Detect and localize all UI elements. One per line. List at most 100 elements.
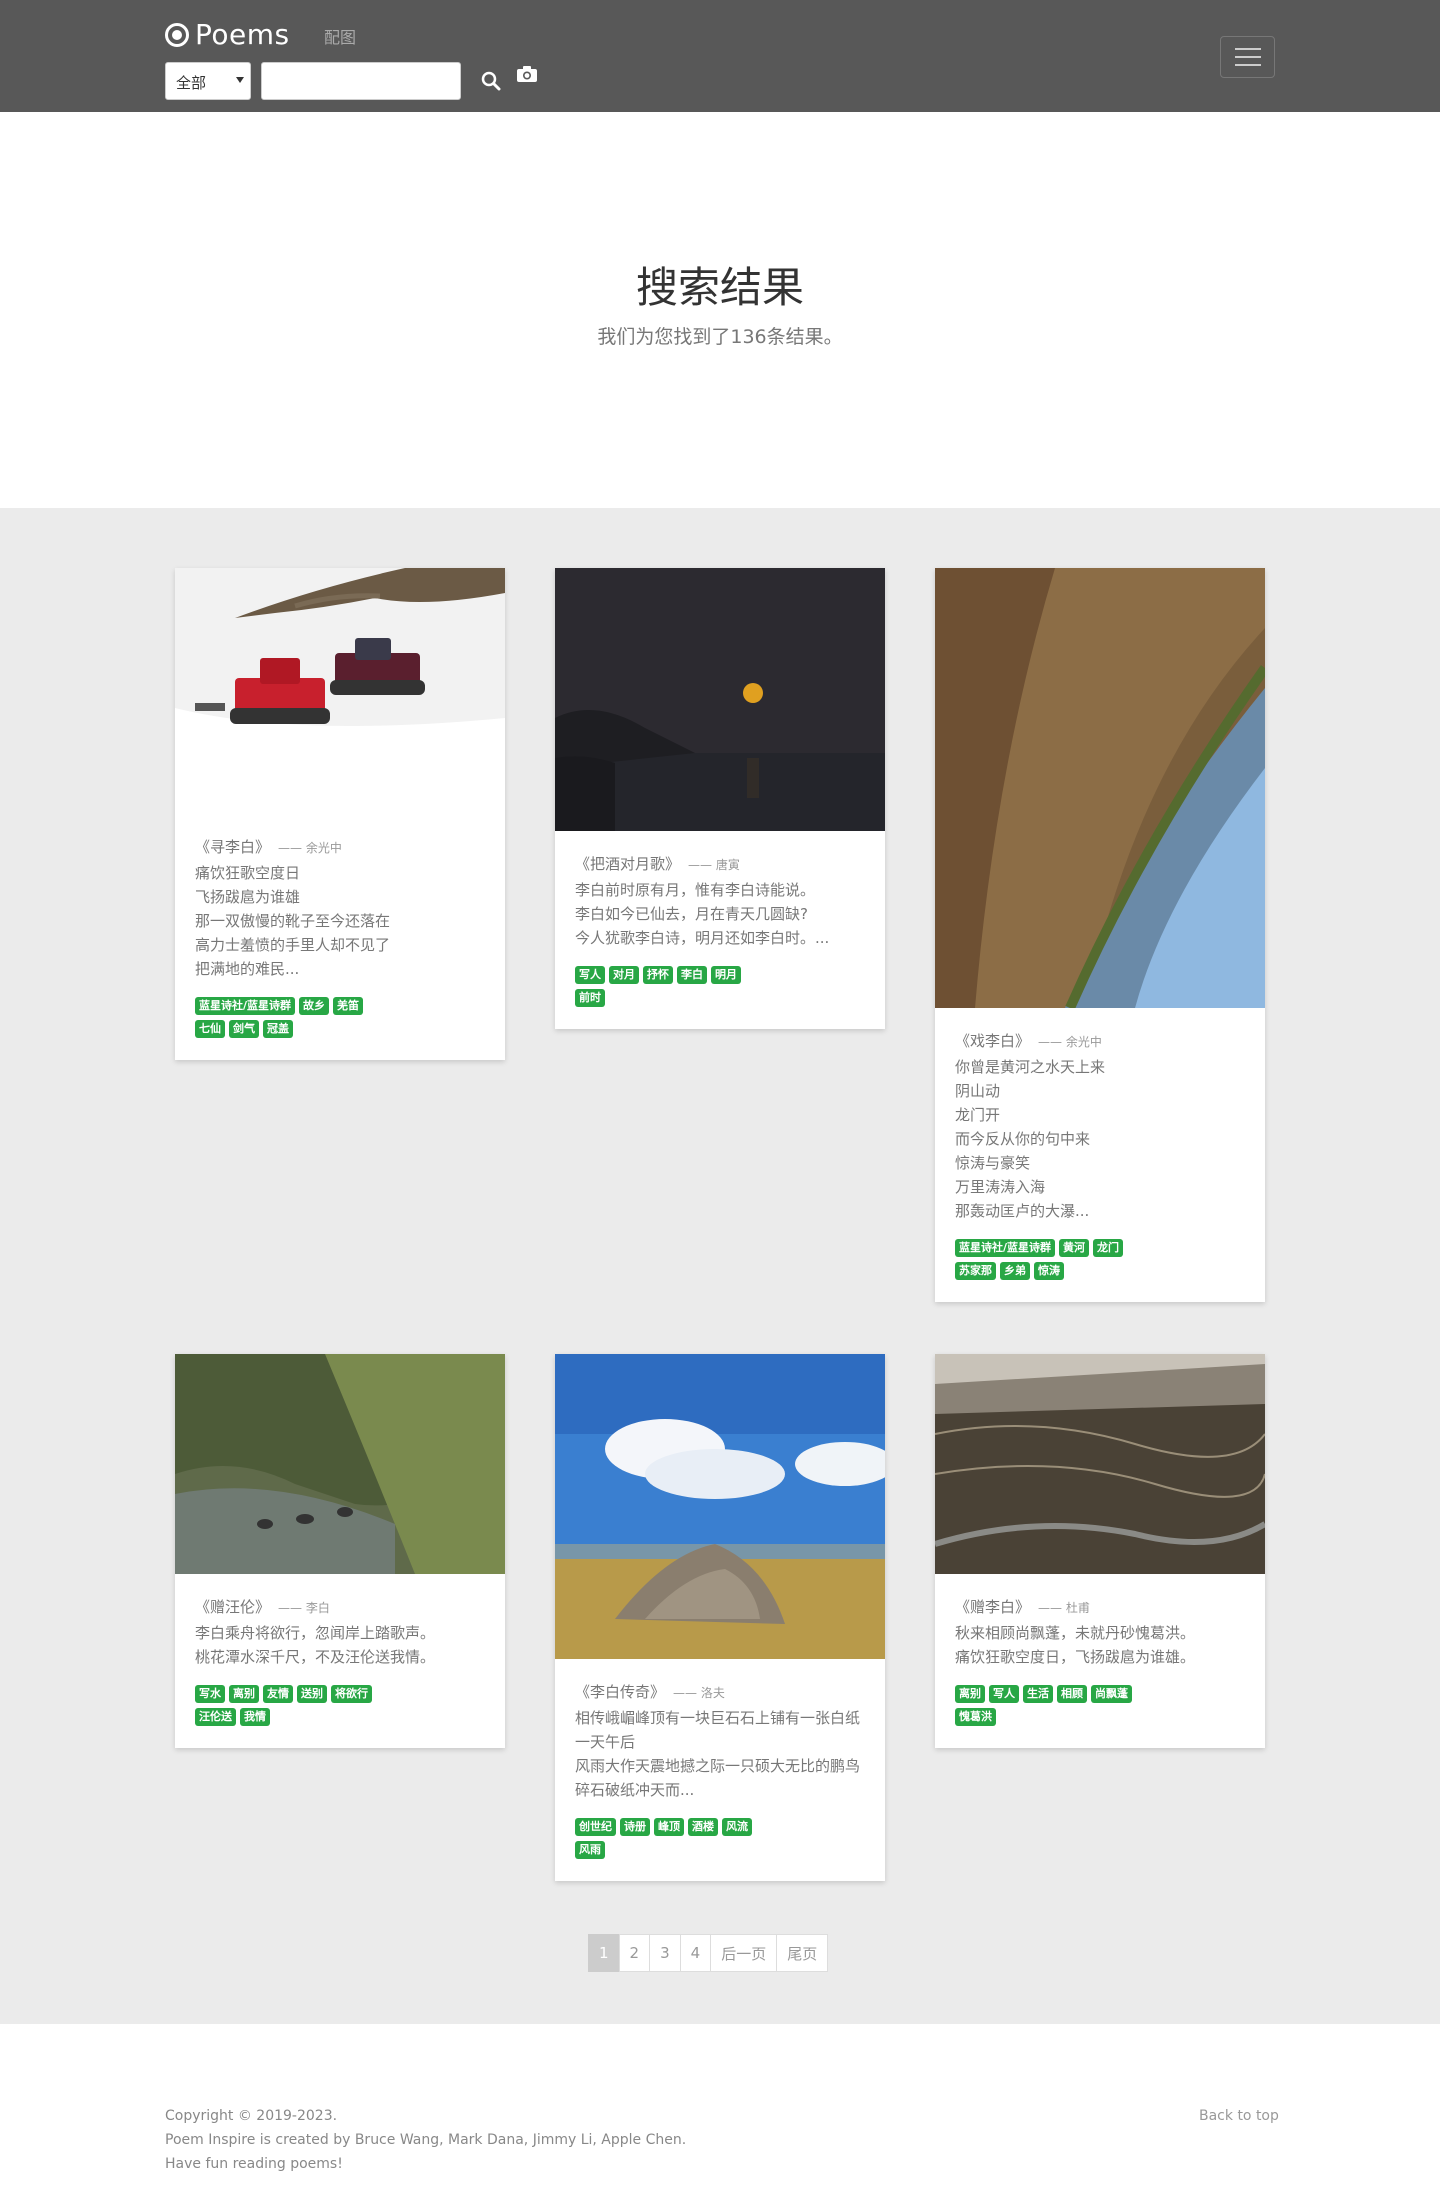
tag[interactable]: 愧葛洪 [955,1708,996,1726]
camera-button[interactable] [513,60,541,88]
search-icon [481,71,501,91]
brand[interactable]: Poems [165,18,290,51]
poem-image[interactable] [555,568,885,831]
tag[interactable]: 友情 [263,1685,293,1703]
poem-excerpt: 秋来相顾尚飘蓬，未就丹砂愧葛洪。 痛饮狂歌空度日，飞扬跋扈为谁雄。 [955,1624,1196,1666]
tag-list: 写人 对月 抒怀 李白 明月 前时 [575,966,755,1007]
tag[interactable]: 七仙 [195,1020,225,1038]
tag[interactable]: 将欲行 [331,1685,372,1703]
tag[interactable]: 明月 [711,966,741,984]
tag[interactable]: 蓝星诗社/蓝星诗群 [195,997,296,1015]
tag[interactable]: 故乡 [299,997,330,1015]
tag[interactable]: 诗册 [620,1818,650,1836]
poem-card-body: 《赠李白》 —— 杜甫 秋来相顾尚飘蓬，未就丹砂愧葛洪。 痛饮狂歌空度日，飞扬跋扈… [935,1574,1265,1748]
tag[interactable]: 创世纪 [575,1818,616,1836]
credits-text: Poem Inspire is created by Bruce Wang, M… [165,2132,687,2148]
footer: Copyright © 2019-2023. Poem Inspire is c… [0,2024,1440,2200]
menu-toggle-button[interactable] [1220,36,1275,78]
last-page-link[interactable]: 尾页 [776,1934,829,1972]
tag[interactable]: 剑气 [229,1020,259,1038]
brand-icon [165,22,189,47]
back-to-top-link[interactable]: Back to top [1199,2108,1279,2124]
poem-image[interactable] [935,1354,1265,1574]
poem-card[interactable]: 《赠汪伦》 —— 李白 李白乘舟将欲行，忽闻岸上踏歌声。 桃花潭水深千尺，不及汪伦… [175,1354,505,1748]
tag[interactable]: 写人 [575,966,605,984]
nav-link-illustrations[interactable]: 配图 [324,24,356,48]
poem-card-body: 《赠汪伦》 —— 李白 李白乘舟将欲行，忽闻岸上踏歌声。 桃花潭水深千尺，不及汪伦… [175,1574,505,1748]
brand-text: Poems [195,18,290,51]
search-button[interactable] [477,67,505,95]
poem-title[interactable]: 《戏李白》 [955,1032,1030,1050]
tag[interactable]: 生活 [1023,1685,1053,1703]
tag[interactable]: 风流 [722,1818,752,1836]
tag[interactable]: 写水 [195,1685,225,1703]
poem-image[interactable] [555,1354,885,1659]
tag[interactable]: 苏家那 [955,1262,996,1280]
tag-list: 蓝星诗社/蓝星诗群 黄河 龙门 苏家那 乡弟 惊涛 [955,1239,1155,1280]
page-title: 搜索结果 [635,263,804,312]
tag[interactable]: 乡弟 [1000,1262,1030,1280]
poem-card[interactable]: 《寻李白》 —— 余光中 痛饮狂歌空度日 飞扬跋扈为谁雄 那一双傲慢的靴子至今还落… [175,568,505,1060]
tag[interactable]: 李白 [677,966,707,984]
tag[interactable]: 冠盖 [263,1020,293,1038]
page-link-1[interactable]: 1 [588,1934,620,1972]
tag[interactable]: 离别 [955,1685,985,1703]
poem-title[interactable]: 《赠李白》 [955,1598,1030,1616]
page-link-4[interactable]: 4 [679,1934,712,1972]
tag-list: 蓝星诗社/蓝星诗群 故乡 羌笛 七仙 剑气 冠盖 [195,997,375,1038]
poem-excerpt: 李白前时原有月，惟有李白诗能说。 李白如今已仙去，月在青天几圆缺? 今人犹歌李白… [575,881,830,947]
tag[interactable]: 对月 [609,966,639,984]
tag[interactable]: 送别 [297,1685,327,1703]
poem-excerpt: 痛饮狂歌空度日 飞扬跋扈为谁雄 那一双傲慢的靴子至今还落在 高力士羞愤的手里人却… [195,864,391,978]
tag[interactable]: 写人 [989,1685,1019,1703]
poem-excerpt: 李白乘舟将欲行，忽闻岸上踏歌声。 桃花潭水深千尺，不及汪伦送我情。 [195,1624,436,1666]
poem-title[interactable]: 《赠汪伦》 [195,1598,270,1616]
tag[interactable]: 前时 [575,989,605,1007]
tag[interactable]: 尚飘蓬 [1091,1685,1132,1703]
poem-author: —— 唐寅 [688,858,740,872]
poem-card-body: 《李白传奇》 —— 洛夫 相传峨嵋峰顶有一块巨石石上铺有一张白纸一天午后 风雨大作… [555,1659,885,1881]
tag[interactable]: 龙门 [1093,1239,1124,1257]
tag[interactable]: 相顾 [1057,1685,1087,1703]
navbar: Poems 配图 全部 [0,0,1440,112]
next-page-link[interactable]: 后一页 [710,1934,778,1972]
poem-author: —— 余光中 [278,841,342,855]
poem-image[interactable] [935,568,1265,1008]
tag[interactable]: 抒怀 [643,966,673,984]
page-link-3[interactable]: 3 [649,1934,681,1972]
tag[interactable]: 黄河 [1059,1239,1090,1257]
poem-card[interactable]: 《赠李白》 —— 杜甫 秋来相顾尚飘蓬，未就丹砂愧葛洪。 痛饮狂歌空度日，飞扬跋扈… [935,1354,1265,1748]
poem-title[interactable]: 《李白传奇》 [575,1683,665,1701]
tag[interactable]: 惊涛 [1034,1262,1064,1280]
poem-card-body: 《把酒对月歌》 —— 唐寅 李白前时原有月，惟有李白诗能说。 李白如今已仙去，月在… [555,831,885,1029]
pagination: 1 2 3 4 后一页 尾页 [588,1934,829,1972]
tag-list: 创世纪 诗册 峰顶 酒楼 风流 风雨 [575,1818,755,1859]
poem-author: —— 杜甫 [1038,1601,1090,1615]
search-form: 全部 [165,62,541,100]
poem-title[interactable]: 《把酒对月歌》 [575,855,680,873]
poem-card[interactable]: 《李白传奇》 —— 洛夫 相传峨嵋峰顶有一块巨石石上铺有一张白纸一天午后 风雨大作… [555,1354,885,1881]
tag[interactable]: 风雨 [575,1841,605,1859]
camera-icon [517,66,537,82]
poem-excerpt: 相传峨嵋峰顶有一块巨石石上铺有一张白纸一天午后 风雨大作天震地撼之际一只硕大无比… [575,1709,861,1799]
poem-image[interactable] [175,568,505,814]
poem-author: —— 李白 [278,1601,330,1615]
tag[interactable]: 我情 [240,1708,270,1726]
copyright-text: Copyright © 2019-2023. [165,2108,338,2124]
poem-card[interactable]: 《戏李白》 —— 余光中 你曾是黄河之水天上来 阴山动 龙门开 而今反从你的句中来… [935,568,1265,1302]
category-select[interactable]: 全部 [165,62,251,100]
poem-image[interactable] [175,1354,505,1574]
tag[interactable]: 蓝星诗社/蓝星诗群 [955,1239,1056,1257]
tag[interactable]: 汪伦送 [195,1708,236,1726]
tag[interactable]: 峰顶 [654,1818,684,1836]
page-link-2[interactable]: 2 [618,1934,651,1972]
tag[interactable]: 离别 [229,1685,259,1703]
search-input[interactable] [261,62,461,100]
poem-author: —— 洛夫 [673,1686,725,1700]
tag[interactable]: 羌笛 [333,997,364,1015]
tag[interactable]: 酒楼 [688,1818,718,1836]
poem-card[interactable]: 《把酒对月歌》 —— 唐寅 李白前时原有月，惟有李白诗能说。 李白如今已仙去，月在… [555,568,885,1029]
poem-excerpt: 你曾是黄河之水天上来 阴山动 龙门开 而今反从你的句中来 惊涛与豪笑 万里涛涛入… [955,1058,1106,1220]
poem-title[interactable]: 《寻李白》 [195,838,270,856]
category-select-value: 全部 [176,74,207,92]
